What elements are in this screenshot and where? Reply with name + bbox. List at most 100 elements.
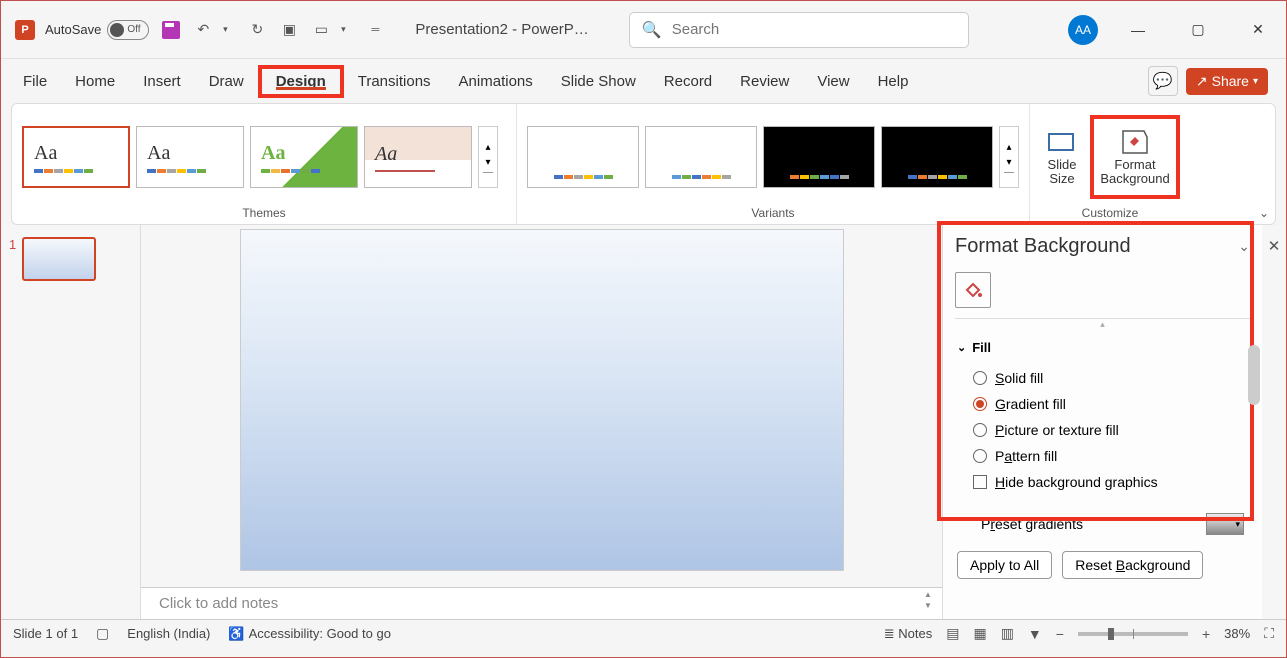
- qat-overflow[interactable]: ═: [365, 20, 385, 40]
- solid-fill-label: Solid fill: [995, 370, 1043, 386]
- pattern-fill-radio[interactable]: Pattern fill: [973, 443, 1248, 469]
- save-button[interactable]: [161, 20, 181, 40]
- variant-2[interactable]: [645, 126, 757, 188]
- fill-section-label: Fill: [972, 340, 991, 355]
- main-area: 1 Click to add notes ▲ ▼ Format Backgrou…: [1, 225, 1286, 619]
- redo-button[interactable]: ↻: [247, 20, 267, 40]
- title-bar: P AutoSave Off ↶ ▾ ↻ ▣ ▭ ▾ ═ Presentatio…: [1, 1, 1286, 59]
- fill-section-header[interactable]: ⌄ Fill: [943, 336, 1262, 359]
- autosave-label: AutoSave: [45, 22, 101, 37]
- reset-background-button[interactable]: Reset Background: [1062, 551, 1203, 579]
- minimize-button[interactable]: —: [1118, 15, 1158, 45]
- undo-button[interactable]: ↶: [193, 20, 213, 40]
- pattern-fill-label: Pattern fill: [995, 448, 1057, 464]
- slideshow-view-button[interactable]: ▼: [1028, 626, 1042, 642]
- comment-icon: 💬: [1153, 71, 1173, 91]
- tab-slideshow[interactable]: Slide Show: [547, 65, 650, 98]
- variants-gallery-more[interactable]: ▴▾: [999, 126, 1019, 188]
- collapse-ribbon-button[interactable]: ⌄: [1259, 206, 1269, 220]
- notes-icon: ≣: [884, 626, 895, 641]
- format-background-pane: Format Background ⌄ ▴ ⌄ Fill Solid fill …: [942, 225, 1262, 619]
- hide-bg-graphics-checkbox[interactable]: Hide background graphics: [973, 469, 1248, 495]
- search-input[interactable]: [672, 21, 956, 38]
- pane-title: Format Background: [955, 235, 1131, 258]
- autosave-toggle[interactable]: Off: [107, 20, 149, 40]
- tab-draw[interactable]: Draw: [195, 65, 258, 98]
- pane-scrollbar[interactable]: [1248, 345, 1260, 405]
- notes-area[interactable]: Click to add notes ▲ ▼: [141, 587, 942, 619]
- notes-scroll-down[interactable]: ▼: [924, 601, 938, 610]
- notes-toggle[interactable]: ≣ Notes: [884, 626, 933, 642]
- undo-dropdown[interactable]: ▾: [215, 20, 235, 40]
- tab-file[interactable]: File: [9, 65, 61, 98]
- qat-dropdown[interactable]: ▾: [333, 20, 353, 40]
- solid-fill-radio[interactable]: Solid fill: [973, 365, 1248, 391]
- pane-divider-handle[interactable]: ▴: [1100, 319, 1105, 330]
- document-title: Presentation2 - PowerP…: [415, 21, 588, 38]
- preset-gradients-dropdown[interactable]: ▾: [1206, 513, 1244, 535]
- variant-3[interactable]: [763, 126, 875, 188]
- fit-to-window-button[interactable]: ⛶: [1264, 625, 1274, 642]
- normal-view-button[interactable]: ▤: [946, 625, 959, 642]
- theme-3[interactable]: Aa: [250, 126, 358, 188]
- tab-view[interactable]: View: [803, 65, 863, 98]
- reading-view-button[interactable]: ▥: [1001, 625, 1014, 642]
- variant-1[interactable]: [527, 126, 639, 188]
- theme-2[interactable]: Aa: [136, 126, 244, 188]
- theme-office[interactable]: Aa: [22, 126, 130, 188]
- comments-button[interactable]: 💬: [1148, 66, 1178, 96]
- slide-canvas[interactable]: [240, 229, 844, 571]
- zoom-out-button[interactable]: −: [1056, 626, 1064, 642]
- accessibility-icon: ♿: [228, 626, 244, 641]
- slide-sorter-button[interactable]: ▦: [973, 625, 986, 642]
- apply-to-all-button[interactable]: Apply to All: [957, 551, 1052, 579]
- tab-insert[interactable]: Insert: [129, 65, 195, 98]
- close-pane-button[interactable]: ✕: [1268, 237, 1281, 255]
- pane-options-dropdown[interactable]: ⌄: [1238, 238, 1250, 255]
- tab-record[interactable]: Record: [650, 65, 726, 98]
- share-button[interactable]: ↗ Share ▾: [1186, 68, 1268, 95]
- layout-button[interactable]: ▭: [311, 20, 331, 40]
- language-indicator[interactable]: English (India): [127, 626, 210, 641]
- share-icon: ↗: [1196, 73, 1208, 90]
- tab-transitions[interactable]: Transitions: [344, 65, 445, 98]
- accessibility-indicator[interactable]: ♿Accessibility: Good to go: [228, 626, 391, 642]
- checkbox-icon: [973, 475, 987, 489]
- tab-home[interactable]: Home: [61, 65, 129, 98]
- close-button[interactable]: ✕: [1238, 15, 1278, 45]
- picture-fill-radio[interactable]: Picture or texture fill: [973, 417, 1248, 443]
- chevron-down-icon: ▾: [1235, 519, 1243, 530]
- zoom-in-button[interactable]: +: [1202, 626, 1210, 642]
- pane-buttons: Apply to All Reset Background: [943, 541, 1262, 589]
- customize-group: Slide Size Format Background Customize: [1030, 104, 1190, 224]
- app-icon: P: [15, 20, 35, 40]
- gradient-fill-radio[interactable]: Gradient fill: [973, 391, 1248, 417]
- notes-scroll-up[interactable]: ▲: [924, 590, 938, 599]
- themes-gallery-more[interactable]: ▴▾: [478, 126, 498, 188]
- pane-header: Format Background ⌄: [943, 225, 1262, 268]
- fill-tab-icon[interactable]: [955, 272, 991, 308]
- spellcheck-icon[interactable]: ▢: [96, 625, 109, 642]
- variants-group: ▴▾ Variants: [517, 104, 1030, 224]
- tab-review[interactable]: Review: [726, 65, 803, 98]
- theme-4[interactable]: Aa: [364, 126, 472, 188]
- tab-animations[interactable]: Animations: [445, 65, 547, 98]
- variant-4[interactable]: [881, 126, 993, 188]
- slide-size-icon: [1047, 128, 1077, 156]
- present-from-start-button[interactable]: ▣: [279, 20, 299, 40]
- gradient-fill-label: Gradient fill: [995, 396, 1066, 412]
- tab-help[interactable]: Help: [864, 65, 923, 98]
- zoom-level[interactable]: 38%: [1224, 626, 1250, 641]
- radio-icon: [973, 449, 987, 463]
- slide-size-label: Slide Size: [1048, 158, 1077, 187]
- format-background-button[interactable]: Format Background: [1090, 115, 1180, 199]
- zoom-slider[interactable]: [1078, 632, 1188, 636]
- user-avatar[interactable]: AA: [1068, 15, 1098, 45]
- slide-size-button[interactable]: Slide Size: [1040, 115, 1084, 199]
- slide-indicator[interactable]: Slide 1 of 1: [13, 626, 78, 641]
- search-box[interactable]: 🔍: [629, 12, 969, 48]
- preset-gradients-label: Preset gradients: [981, 516, 1083, 532]
- maximize-button[interactable]: ▢: [1178, 15, 1218, 45]
- slide-thumbnail-1[interactable]: 1: [9, 237, 132, 281]
- tab-design[interactable]: Design: [258, 65, 344, 98]
